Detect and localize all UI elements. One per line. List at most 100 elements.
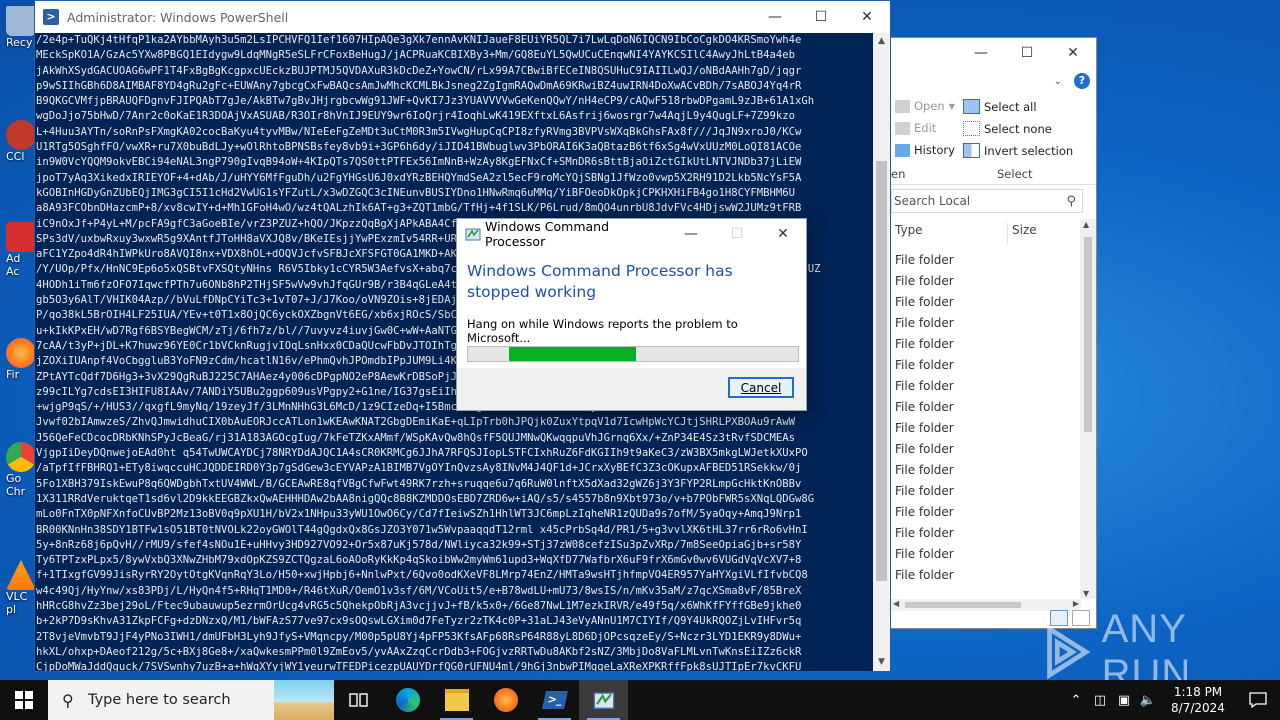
notification-center-button[interactable] bbox=[1236, 680, 1280, 720]
firefox-icon bbox=[6, 338, 36, 368]
vertical-scrollbar[interactable]: ▲ ▼ bbox=[1080, 219, 1096, 599]
list-item[interactable]: File folder bbox=[895, 439, 954, 460]
taskbar-powershell[interactable]: >_ bbox=[530, 680, 579, 720]
console-line: Jvwf02bIAmwzeS/ZhvQJmwidhuCIX0bAuEORJccA… bbox=[36, 416, 795, 429]
console-line: B9QKGCVMfjpBRAUQFDgnvFJIPQAbT7gJe/AkBTw7… bbox=[36, 95, 815, 108]
list-item[interactable]: File folder bbox=[895, 250, 954, 271]
ccleaner-icon bbox=[6, 120, 36, 150]
cancel-button[interactable]: Cancel bbox=[728, 377, 794, 398]
close-button[interactable]: ✕ bbox=[844, 1, 890, 33]
maximize-button[interactable]: ☐ bbox=[798, 1, 844, 33]
close-icon: ✕ bbox=[777, 226, 789, 242]
console-line: Ty6TPTzxPLpx5/8ywVxbQ3XNwZHbM79xdOpKZS9Z… bbox=[36, 554, 802, 567]
clock-time: 1:18 PM bbox=[1173, 685, 1223, 699]
security-icon[interactable]: ◫ bbox=[1088, 693, 1112, 708]
search-icon: ⚲ bbox=[1066, 193, 1076, 209]
task-view-button[interactable] bbox=[334, 680, 383, 720]
list-item[interactable]: File folder bbox=[895, 271, 954, 292]
list-item[interactable]: File folder bbox=[895, 313, 954, 334]
maximize-icon: ☐ bbox=[814, 9, 828, 25]
column-headers: Type Size bbox=[891, 223, 1083, 245]
progress-fill bbox=[509, 347, 637, 361]
scroll-left-icon[interactable]: ◀ bbox=[893, 599, 899, 608]
edit-button[interactable]: Edit bbox=[895, 121, 936, 135]
network-icon[interactable]: ▣ bbox=[1112, 693, 1136, 708]
console-line: L+4Huu3AYTn/soRnPsFXmgKA02cocBaKyu4tyvMB… bbox=[36, 125, 802, 138]
invert-selection-button[interactable]: Invert selection bbox=[963, 143, 1073, 158]
open-button[interactable]: Open ▼ bbox=[895, 99, 955, 113]
select-none-button[interactable]: Select none bbox=[963, 121, 1052, 136]
start-button[interactable] bbox=[0, 680, 48, 720]
column-size[interactable]: Size bbox=[1008, 223, 1082, 245]
anyrun-logo-icon bbox=[1047, 624, 1091, 680]
column-type[interactable]: Type bbox=[891, 223, 1008, 245]
select-none-label: Select none bbox=[984, 121, 1052, 136]
help-icon[interactable]: ? bbox=[1074, 73, 1090, 89]
history-button[interactable]: History bbox=[895, 143, 955, 157]
list-item[interactable]: File folder bbox=[895, 481, 954, 502]
select-all-button[interactable]: Select all bbox=[963, 99, 1037, 114]
taskbar-edge[interactable] bbox=[383, 680, 432, 720]
list-item[interactable]: File folder bbox=[895, 376, 954, 397]
volume-icon[interactable]: 🔈 bbox=[1136, 693, 1160, 708]
scroll-thumb[interactable] bbox=[905, 602, 1021, 608]
search-placeholder: Type here to search bbox=[88, 692, 231, 708]
error-reporting-icon bbox=[465, 228, 481, 241]
taskbar-error-reporting[interactable] bbox=[579, 680, 628, 720]
scroll-thumb[interactable] bbox=[876, 161, 887, 581]
scroll-down-icon[interactable]: ▼ bbox=[1083, 589, 1089, 598]
system-tray: ⌃ ◫ ▣ 🔈 1:18 PM 8/7/2024 bbox=[1064, 680, 1280, 720]
maximize-button: ☐ bbox=[714, 219, 760, 249]
scroll-thumb[interactable] bbox=[1084, 237, 1092, 432]
console-line: 2T8vjeVmvbT9JjF4yPNo3IWH1/dmUFbH3Lyh9Jfy… bbox=[36, 630, 802, 643]
scroll-down-icon[interactable]: ▼ bbox=[873, 654, 890, 671]
chevron-down-icon: ▼ bbox=[948, 101, 955, 111]
list-item[interactable]: File folder bbox=[895, 523, 954, 544]
console-line: p9wSIIhGBh6D8AIMBAF8YD4gRu2gFc+EUWAny7gb… bbox=[36, 79, 802, 92]
chrome-icon bbox=[6, 442, 36, 472]
chevron-up-icon[interactable]: ⌃ bbox=[1064, 693, 1088, 708]
console-line: jAkWhXSydGACUOAG6wPF1T4FxBgBgKcgpxcUEckz… bbox=[36, 64, 802, 77]
scroll-up-icon[interactable]: ▲ bbox=[873, 33, 890, 50]
list-item[interactable]: File folder bbox=[895, 502, 954, 523]
scroll-up-icon[interactable]: ▲ bbox=[1083, 220, 1089, 229]
list-item[interactable]: File folder bbox=[895, 397, 954, 418]
minimize-button[interactable]: — bbox=[958, 38, 1004, 68]
clock[interactable]: 1:18 PM 8/7/2024 bbox=[1160, 684, 1236, 716]
console-line: w4c49Qj/HyYnw/xs83PDj/L/HyQn4f5+RHqT1MD0… bbox=[36, 584, 802, 597]
taskbar-search-box[interactable]: ⚲ Type here to search bbox=[48, 680, 334, 720]
list-item[interactable]: File folder bbox=[895, 565, 954, 586]
console-line: kGOBInHGDyGnZUbEQjIMG3gCI5I1cHd2VwUG1sYF… bbox=[36, 186, 795, 199]
close-button[interactable]: ✕ bbox=[760, 219, 806, 249]
list-item[interactable]: File folder bbox=[895, 355, 954, 376]
dialog-heading: Windows Command Processor has stopped wo… bbox=[467, 262, 733, 301]
search-input[interactable]: Search Local ⚲ bbox=[891, 189, 1083, 213]
close-icon: ✕ bbox=[1067, 45, 1079, 61]
console-line: /2e4p+TuQKj4tHfqP1ka2AYbbMAyh3u5m2LsIPCH… bbox=[36, 34, 802, 46]
console-line: CjpDoMWaJddQguck/7SVSwnhy7uzB+a+hWgXYyjW… bbox=[36, 661, 802, 671]
list-item[interactable]: File folder bbox=[895, 334, 954, 355]
vertical-scrollbar[interactable]: ▲ ▼ bbox=[873, 33, 890, 671]
recycle-bin-icon bbox=[6, 6, 36, 36]
progress-bar bbox=[467, 346, 799, 362]
list-item[interactable]: File folder bbox=[895, 460, 954, 481]
select-none-icon bbox=[963, 121, 980, 136]
taskbar-firefox[interactable] bbox=[481, 680, 530, 720]
error-dialog: Windows Command Processor — ☐ ✕ Windows … bbox=[456, 218, 807, 411]
close-button[interactable]: ✕ bbox=[1050, 38, 1096, 68]
edge-icon bbox=[395, 688, 420, 712]
console-line: 5y+8nRz68j6pQvH//rMU9/sfef4sNOu1E+uHHvy3… bbox=[36, 538, 802, 551]
list-item[interactable]: File folder bbox=[895, 544, 954, 565]
ribbon-collapse-icon[interactable]: ⌄ bbox=[1054, 76, 1062, 87]
list-item[interactable]: File folder bbox=[895, 292, 954, 313]
ribbon: Open ▼ Edit History en Select all Select … bbox=[891, 94, 1096, 185]
list-item[interactable]: File folder bbox=[895, 418, 954, 439]
minimize-button[interactable]: — bbox=[668, 219, 714, 249]
edit-icon bbox=[895, 121, 910, 135]
minimize-button[interactable]: — bbox=[752, 1, 798, 33]
powershell-icon: > bbox=[43, 9, 59, 25]
vlc-icon bbox=[6, 560, 36, 590]
maximize-button[interactable]: ☐ bbox=[1004, 38, 1050, 68]
console-line: VjgpIiDeyDQnwejoEAd0ht q54TwUWCAYDCj78NR… bbox=[36, 447, 808, 460]
taskbar-file-explorer[interactable] bbox=[432, 680, 481, 720]
